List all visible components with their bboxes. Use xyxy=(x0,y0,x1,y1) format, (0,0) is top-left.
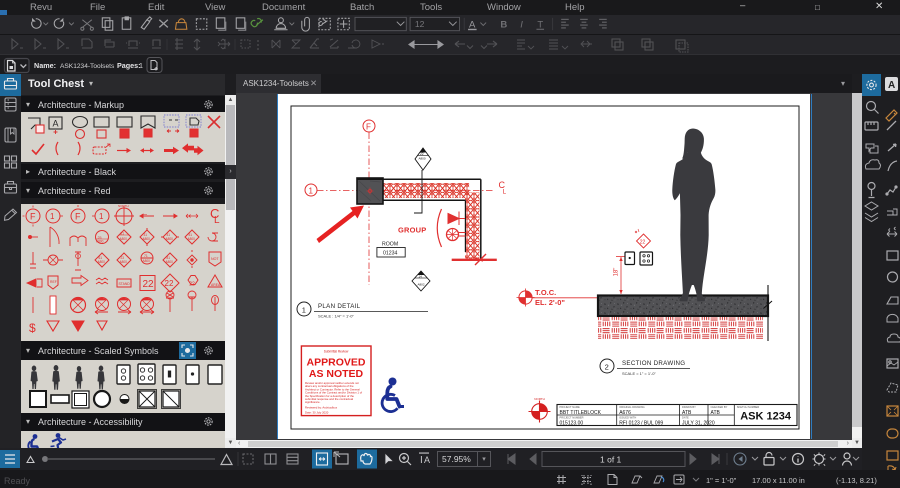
svg-text:NOT: NOT xyxy=(211,257,219,261)
svg-text:AREA: AREA xyxy=(211,283,221,287)
svg-text:NORTH: NORTH xyxy=(534,397,545,401)
svg-text:A800: A800 xyxy=(120,260,128,264)
svg-text:SCALE : 1/4" = 1'-0": SCALE : 1/4" = 1'-0" xyxy=(318,314,355,319)
svg-text:F: F xyxy=(75,212,81,222)
svg-text:ASK1234-Toolsets: ASK1234-Toolsets xyxy=(60,63,115,70)
svg-text:A800: A800 xyxy=(120,237,128,241)
svg-text:A800: A800 xyxy=(166,237,174,241)
svg-text:1 of 1: 1 of 1 xyxy=(600,455,622,465)
svg-text:CHECKED BY: CHECKED BY xyxy=(711,405,728,409)
svg-text:Name:: Name: xyxy=(34,61,56,70)
svg-text:A800: A800 xyxy=(98,260,106,264)
svg-text:2: 2 xyxy=(605,362,609,371)
svg-text:NORTH: NORTH xyxy=(118,204,129,208)
svg-text:B: B xyxy=(500,19,507,30)
svg-text:DATE: DATE xyxy=(682,416,689,420)
svg-text:21: 21 xyxy=(121,232,125,236)
svg-text:1: 1 xyxy=(309,187,314,196)
svg-text:ATB: ATB xyxy=(682,410,692,416)
svg-text:DRAWN BY: DRAWN BY xyxy=(682,405,696,409)
svg-text:GROUP: GROUP xyxy=(398,226,427,235)
svg-text:A: A xyxy=(469,19,476,30)
svg-text:PROJECT NAME: PROJECT NAME xyxy=(560,405,581,409)
svg-text:ATB: ATB xyxy=(711,410,721,416)
svg-text:RFI 0123 / BUL 099: RFI 0123 / BUL 099 xyxy=(619,420,663,426)
svg-text:STAND: STAND xyxy=(119,282,131,286)
svg-text:SKETCH NUMBER: SKETCH NUMBER xyxy=(737,405,760,409)
svg-text:01234: 01234 xyxy=(383,251,398,257)
svg-text:22: 22 xyxy=(143,279,155,290)
svg-text:REF: REF xyxy=(50,280,57,284)
svg-text:ROOM: ROOM xyxy=(382,242,398,248)
svg-text:ISSUED WITH: ISSUED WITH xyxy=(619,416,636,420)
svg-text:A: A xyxy=(53,119,59,129)
svg-text:A800: A800 xyxy=(143,237,151,241)
svg-text:SCALE = 1" = 1'-0": SCALE = 1" = 1'-0" xyxy=(622,371,656,376)
svg-text:A: A xyxy=(424,455,430,465)
svg-text:PLAN DETAIL: PLAN DETAIL xyxy=(318,303,361,310)
svg-text:Submittal Review: Submittal Review xyxy=(324,350,349,354)
svg-text:A800: A800 xyxy=(96,240,104,244)
svg-text:F: F xyxy=(366,123,371,132)
svg-text:BBT TITLEBLOCK: BBT TITLEBLOCK xyxy=(560,410,602,416)
svg-text:22: 22 xyxy=(165,279,174,288)
svg-text:JULY 31, 2020: JULY 31, 2020 xyxy=(682,420,715,426)
svg-text:I: I xyxy=(520,19,523,30)
svg-text:L: L xyxy=(503,189,507,196)
svg-text:A800: A800 xyxy=(166,260,174,264)
svg-text:22: 22 xyxy=(189,282,195,288)
svg-text:$: $ xyxy=(29,321,36,335)
svg-text:L: L xyxy=(214,215,220,226)
svg-text:A676: A676 xyxy=(619,410,631,416)
svg-text:SECTION DRAWING: SECTION DRAWING xyxy=(622,360,685,367)
svg-text:22: 22 xyxy=(640,240,646,246)
svg-text:T.O.C.: T.O.C. xyxy=(535,288,556,297)
svg-text:1: 1 xyxy=(50,212,55,221)
svg-text:12: 12 xyxy=(415,19,425,29)
svg-text:Date: 30 July 2020: Date: 30 July 2020 xyxy=(305,411,329,415)
svg-text:AS NOTED: AS NOTED xyxy=(309,368,364,380)
svg-text:PROJECT NUMBER: PROJECT NUMBER xyxy=(560,416,584,420)
svg-text:14: 14 xyxy=(419,275,423,279)
svg-text:1: 1 xyxy=(99,212,104,221)
svg-text:015123.00: 015123.00 xyxy=(560,420,584,426)
svg-text:A800: A800 xyxy=(143,259,151,263)
svg-text:1: 1 xyxy=(302,305,306,314)
svg-text:A800: A800 xyxy=(188,237,196,241)
svg-text:F: F xyxy=(30,212,36,222)
svg-text:APPROVED: APPROVED xyxy=(307,357,366,369)
svg-text:significance.: significance. xyxy=(305,400,321,404)
svg-text:EL. 2'-0": EL. 2'-0" xyxy=(535,298,565,307)
svg-text:I: I xyxy=(420,455,423,466)
svg-text:71: 71 xyxy=(144,254,148,258)
svg-text:Pages:: Pages: xyxy=(117,61,141,70)
svg-text:Reviewed by: Archtoolbox: Reviewed by: Archtoolbox xyxy=(305,406,338,410)
svg-text:A802: A802 xyxy=(418,283,425,287)
svg-text:ASK 1234: ASK 1234 xyxy=(740,411,792,423)
svg-text:A800: A800 xyxy=(419,157,426,161)
svg-text:A: A xyxy=(888,80,895,91)
svg-text:1: 1 xyxy=(139,61,143,70)
svg-text:ORIGINAL DRAWING: ORIGINAL DRAWING xyxy=(619,405,644,409)
svg-text:T: T xyxy=(537,19,543,30)
svg-text:18": 18" xyxy=(614,268,620,277)
svg-text:22: 22 xyxy=(420,152,424,156)
